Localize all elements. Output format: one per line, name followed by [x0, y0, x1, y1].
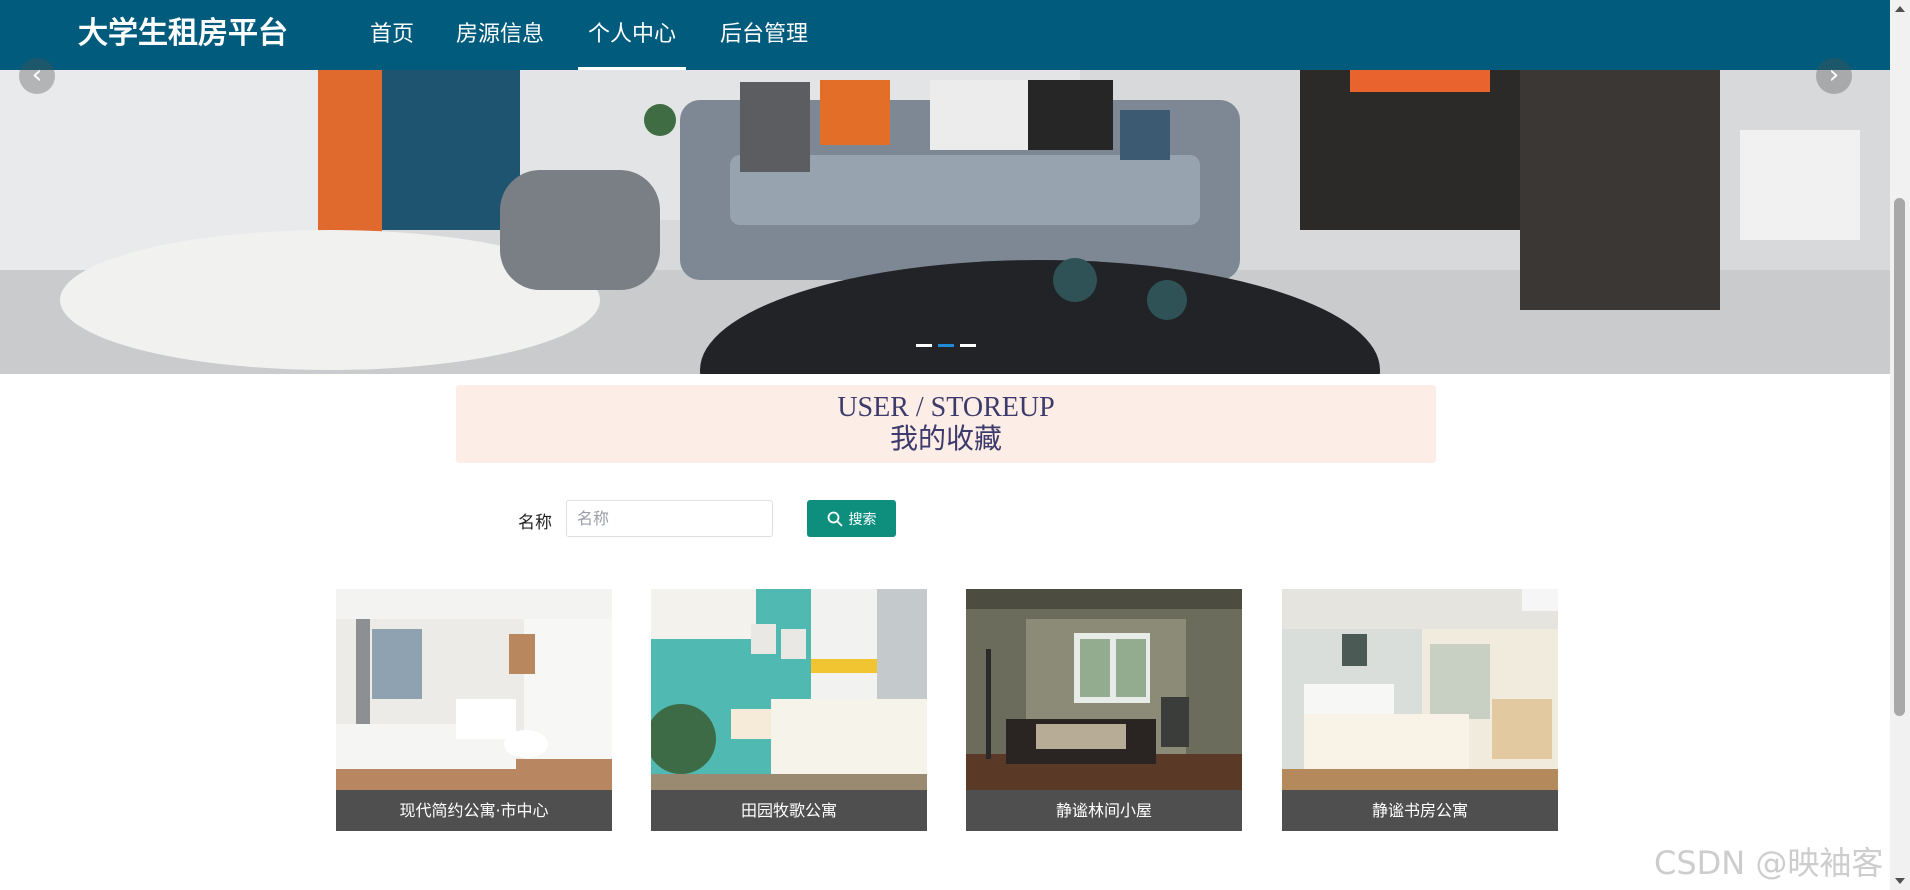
- favorite-card[interactable]: 田园牧歌公寓: [651, 589, 927, 831]
- nav-listings[interactable]: 房源信息: [456, 0, 544, 70]
- carousel-next-button[interactable]: ›: [1816, 58, 1852, 94]
- favorite-card-title: 静谧书房公寓: [1282, 790, 1558, 831]
- nav-admin[interactable]: 后台管理: [720, 0, 808, 70]
- section-header: USER / STOREUP 我的收藏: [456, 385, 1436, 463]
- scroll-up-icon[interactable]: [1895, 6, 1905, 12]
- top-navbar: 大学生租房平台 首页 房源信息 个人中心 后台管理: [0, 0, 1890, 70]
- search-button-label: 搜索: [848, 511, 877, 528]
- site-brand[interactable]: 大学生租房平台: [78, 14, 288, 54]
- section-title-zh: 我的收藏: [889, 424, 1002, 455]
- banner-image: [0, 70, 1890, 374]
- hero-carousel[interactable]: [0, 70, 1890, 374]
- favorite-card[interactable]: 静谧林间小屋: [966, 589, 1242, 831]
- favorite-card-image: [1282, 589, 1558, 790]
- page-scrollbar[interactable]: [1890, 0, 1910, 890]
- search-label: 名称: [518, 513, 552, 533]
- favorite-card[interactable]: 现代简约公寓·市中心: [336, 589, 612, 831]
- favorite-card-image: [966, 589, 1242, 790]
- favorite-card-title: 静谧林间小屋: [966, 790, 1242, 831]
- search-button[interactable]: 搜索: [807, 500, 896, 537]
- search-icon: [827, 511, 842, 526]
- nav-user-center[interactable]: 个人中心: [577, 0, 687, 70]
- watermark: CSDN @映袖客: [1654, 844, 1884, 882]
- favorite-card-image: [336, 589, 612, 790]
- chevron-left-icon: ‹: [31, 60, 43, 90]
- carousel-prev-button[interactable]: ‹: [19, 58, 55, 94]
- scroll-thumb[interactable]: [1894, 198, 1905, 716]
- scroll-down-icon[interactable]: [1895, 878, 1905, 884]
- carousel-dot-3[interactable]: [960, 344, 976, 347]
- carousel-dot-1[interactable]: [916, 344, 932, 347]
- favorite-card-image: [651, 589, 927, 790]
- section-title-en: USER / STOREUP: [837, 392, 1055, 423]
- search-input[interactable]: [566, 500, 773, 537]
- favorite-card-title: 现代简约公寓·市中心: [336, 790, 612, 831]
- favorite-card-title: 田园牧歌公寓: [651, 790, 927, 831]
- nav-home[interactable]: 首页: [370, 0, 414, 70]
- chevron-right-icon: ›: [1828, 60, 1840, 90]
- carousel-dot-2[interactable]: [938, 344, 954, 347]
- favorite-card[interactable]: 静谧书房公寓: [1282, 589, 1558, 831]
